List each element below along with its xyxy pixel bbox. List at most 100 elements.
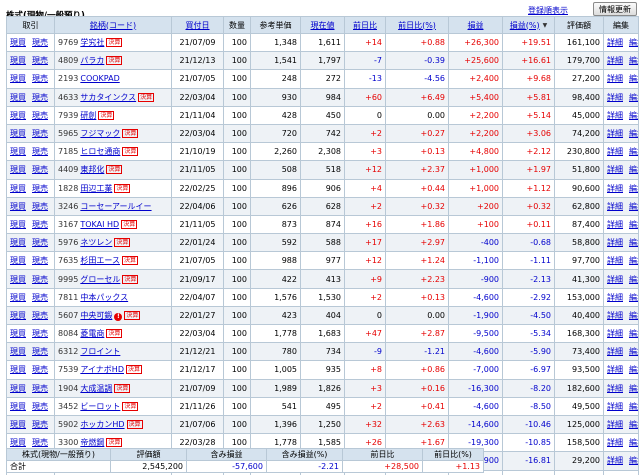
detail-link[interactable]: 詳細 — [607, 311, 623, 320]
edit-link[interactable]: 編集 — [629, 365, 638, 374]
detail-link[interactable]: 詳細 — [607, 165, 623, 174]
edit-link[interactable]: 編集 — [629, 384, 638, 393]
buy-link[interactable]: 現買 — [10, 384, 26, 393]
edit-link[interactable]: 編集 — [629, 402, 638, 411]
sell-link[interactable]: 現売 — [32, 275, 48, 284]
sell-link[interactable]: 現売 — [32, 147, 48, 156]
buy-link[interactable]: 現買 — [10, 438, 26, 447]
detail-link[interactable]: 詳細 — [607, 347, 623, 356]
sell-link[interactable]: 現売 — [32, 402, 48, 411]
edit-link[interactable]: 編集 — [629, 347, 638, 356]
registration-order-link[interactable]: 登録順表示 — [528, 5, 568, 16]
detail-link[interactable]: 詳細 — [607, 275, 623, 284]
stock-name-link[interactable]: ネツレン — [80, 238, 112, 247]
edit-link[interactable]: 編集 — [629, 147, 638, 156]
stock-name-link[interactable]: 大成温調 — [80, 384, 112, 393]
stock-name-link[interactable]: 杉田エース — [80, 256, 120, 265]
buy-link[interactable]: 現買 — [10, 293, 26, 302]
sell-link[interactable]: 現売 — [32, 384, 48, 393]
buy-link[interactable]: 現買 — [10, 111, 26, 120]
buy-link[interactable]: 現買 — [10, 74, 26, 83]
edit-link[interactable]: 編集 — [629, 202, 638, 211]
stock-name-link[interactable]: 東邦化 — [80, 165, 104, 174]
sell-link[interactable]: 現売 — [32, 365, 48, 374]
refresh-button[interactable]: 情報更新 — [593, 2, 637, 16]
stock-name-link[interactable]: 中本パックス — [80, 293, 128, 302]
stock-name-link[interactable]: 菱電商 — [80, 329, 104, 338]
sort-day-change[interactable]: 前日比 — [353, 21, 377, 30]
sell-link[interactable]: 現売 — [32, 293, 48, 302]
buy-link[interactable]: 現買 — [10, 311, 26, 320]
col-pnl[interactable]: 損益 — [448, 16, 503, 34]
edit-link[interactable]: 編集 — [629, 111, 638, 120]
buy-link[interactable]: 現買 — [10, 202, 26, 211]
buy-link[interactable]: 現買 — [10, 165, 26, 174]
col-pnl-pct[interactable]: 損益(%) ▼ — [502, 16, 555, 34]
buy-link[interactable]: 現買 — [10, 220, 26, 229]
sell-link[interactable]: 現売 — [32, 129, 48, 138]
stock-name-link[interactable]: 研創 — [80, 111, 96, 120]
stock-name-link[interactable]: アイナボHD — [80, 365, 124, 374]
stock-name-link[interactable]: グローセル — [80, 275, 120, 284]
detail-link[interactable]: 詳細 — [607, 129, 623, 138]
detail-link[interactable]: 詳細 — [607, 456, 623, 465]
buy-link[interactable]: 現買 — [10, 147, 26, 156]
detail-link[interactable]: 詳細 — [607, 202, 623, 211]
detail-link[interactable]: 詳細 — [607, 184, 623, 193]
sell-link[interactable]: 現売 — [32, 165, 48, 174]
sell-link[interactable]: 現売 — [32, 238, 48, 247]
detail-link[interactable]: 詳細 — [607, 38, 623, 47]
sell-link[interactable]: 現売 — [32, 56, 48, 65]
detail-link[interactable]: 詳細 — [607, 93, 623, 102]
detail-link[interactable]: 詳細 — [607, 56, 623, 65]
edit-link[interactable]: 編集 — [629, 329, 638, 338]
sell-link[interactable]: 現売 — [32, 202, 48, 211]
stock-name-link[interactable]: ヒロセ通商 — [80, 147, 120, 156]
stock-name-link[interactable]: フロイント — [80, 347, 120, 356]
edit-link[interactable]: 編集 — [629, 456, 638, 465]
sell-link[interactable]: 現売 — [32, 74, 48, 83]
sell-link[interactable]: 現売 — [32, 329, 48, 338]
detail-link[interactable]: 詳細 — [607, 420, 623, 429]
sell-link[interactable]: 現売 — [32, 220, 48, 229]
sort-cur-price[interactable]: 現在値 — [311, 21, 335, 30]
buy-link[interactable]: 現買 — [10, 256, 26, 265]
sell-link[interactable]: 現売 — [32, 347, 48, 356]
buy-link[interactable]: 現買 — [10, 238, 26, 247]
stock-name-link[interactable]: 田辺工業 — [80, 184, 112, 193]
sort-stock[interactable]: 銘柄(コード) — [90, 21, 136, 30]
sort-pnl[interactable]: 損益 — [468, 21, 484, 30]
edit-link[interactable]: 編集 — [629, 56, 638, 65]
stock-name-link[interactable]: コーセーアールイー — [80, 202, 151, 211]
col-stock[interactable]: 銘柄(コード) — [54, 16, 172, 34]
edit-link[interactable]: 編集 — [629, 420, 638, 429]
detail-link[interactable]: 詳細 — [607, 238, 623, 247]
detail-link[interactable]: 詳細 — [607, 402, 623, 411]
sell-link[interactable]: 現売 — [32, 420, 48, 429]
edit-link[interactable]: 編集 — [629, 256, 638, 265]
edit-link[interactable]: 編集 — [629, 184, 638, 193]
buy-link[interactable]: 現買 — [10, 329, 26, 338]
stock-name-link[interactable]: 学究社 — [80, 38, 104, 47]
stock-name-link[interactable]: フジマック — [80, 129, 120, 138]
edit-link[interactable]: 編集 — [629, 129, 638, 138]
edit-link[interactable]: 編集 — [629, 93, 638, 102]
edit-link[interactable]: 編集 — [629, 311, 638, 320]
detail-link[interactable]: 詳細 — [607, 293, 623, 302]
buy-link[interactable]: 現買 — [10, 347, 26, 356]
buy-link[interactable]: 現買 — [10, 420, 26, 429]
detail-link[interactable]: 詳細 — [607, 74, 623, 83]
buy-link[interactable]: 現買 — [10, 184, 26, 193]
edit-link[interactable]: 編集 — [629, 275, 638, 284]
col-buy-date[interactable]: 買付日 — [171, 16, 224, 34]
buy-link[interactable]: 現買 — [10, 93, 26, 102]
stock-name-link[interactable]: ビーロット — [80, 402, 120, 411]
sort-buy-date[interactable]: 買付日 — [186, 21, 210, 30]
stock-name-link[interactable]: 帝燃鋼 — [80, 438, 104, 447]
buy-link[interactable]: 現買 — [10, 365, 26, 374]
edit-link[interactable]: 編集 — [629, 220, 638, 229]
edit-link[interactable]: 編集 — [629, 438, 638, 447]
edit-link[interactable]: 編集 — [629, 293, 638, 302]
buy-link[interactable]: 現買 — [10, 38, 26, 47]
edit-link[interactable]: 編集 — [629, 74, 638, 83]
